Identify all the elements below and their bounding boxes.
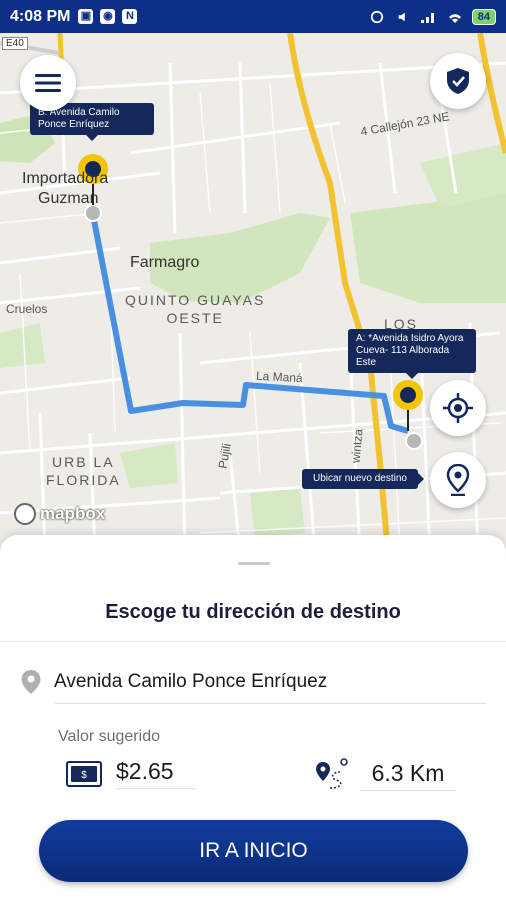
mapbox-attribution[interactable]: mapbox bbox=[14, 503, 105, 525]
go-to-start-button[interactable]: IR A INICIO bbox=[39, 820, 468, 882]
route-icon bbox=[316, 758, 348, 789]
destination-tooltip: A: *Avenida Isidro Ayora Cueva- 113 Albo… bbox=[348, 329, 476, 379]
recenter-button[interactable] bbox=[430, 380, 486, 436]
map-view[interactable]: E40 Importadora Guzman Farmagro QUINTO G… bbox=[0, 33, 506, 553]
road-shield: E40 bbox=[2, 37, 28, 50]
svg-text:$: $ bbox=[81, 770, 87, 781]
mute-icon bbox=[398, 12, 405, 21]
signal-icon bbox=[420, 12, 434, 23]
cash-icon: $ bbox=[66, 760, 102, 787]
sheet-title: Escoge tu dirección de destino bbox=[105, 601, 401, 623]
wifi-icon bbox=[448, 13, 461, 23]
shield-icon bbox=[447, 68, 469, 94]
label-wintza: wintza bbox=[348, 428, 366, 464]
label-guzman: Guzman bbox=[38, 190, 99, 207]
status-time: 4:08 PM bbox=[10, 7, 71, 25]
suggested-value-label: Valor sugerido bbox=[58, 728, 160, 745]
locate-destination-tooltip: Ubicar nuevo destino bbox=[302, 469, 424, 489]
sim-icon: ▣ bbox=[78, 9, 94, 24]
menu-button[interactable] bbox=[20, 55, 76, 111]
destination-pin-icon bbox=[393, 380, 423, 431]
alarm-icon bbox=[370, 10, 383, 23]
location-pin-icon bbox=[446, 464, 470, 496]
label-cruelos: Cruelos bbox=[6, 302, 48, 316]
battery-indicator: 84 bbox=[471, 8, 496, 25]
label-quinto-guayas: QUINTO GUAYAS OESTE bbox=[125, 292, 266, 326]
divider bbox=[0, 641, 506, 642]
menu-icon bbox=[35, 74, 61, 92]
distance-display: 6.3 Km bbox=[314, 758, 456, 792]
label-farmagro: Farmagro bbox=[130, 254, 200, 271]
safety-button[interactable] bbox=[430, 53, 486, 109]
notification-n-icon: N bbox=[122, 9, 138, 24]
label-urb-la-florida: URB LA FLORIDA bbox=[46, 454, 121, 488]
sheet-drag-handle[interactable] bbox=[238, 562, 270, 565]
location-pin-icon bbox=[21, 670, 41, 694]
chat-icon: ◉ bbox=[100, 9, 116, 24]
status-bar: 4:08 PM ▣ ◉ N 84 bbox=[0, 0, 506, 33]
price-field[interactable]: $ $2.65 bbox=[66, 758, 196, 789]
suggested-price: $2.65 bbox=[116, 758, 196, 789]
label-la-mana: La Maná bbox=[255, 368, 304, 386]
mapbox-logo-icon bbox=[14, 503, 36, 525]
address-underline bbox=[55, 703, 487, 704]
set-destination-button[interactable] bbox=[430, 452, 486, 508]
route-distance: 6.3 Km bbox=[360, 760, 456, 791]
label-importadora: Importadora bbox=[22, 170, 109, 187]
destination-address-field[interactable]: Avenida Camilo Ponce Enríquez bbox=[20, 669, 327, 695]
destination-sheet: Escoge tu dirección de destino Avenida C… bbox=[0, 535, 506, 900]
crosshair-icon bbox=[443, 393, 473, 423]
destination-address: Avenida Camilo Ponce Enríquez bbox=[54, 671, 328, 692]
